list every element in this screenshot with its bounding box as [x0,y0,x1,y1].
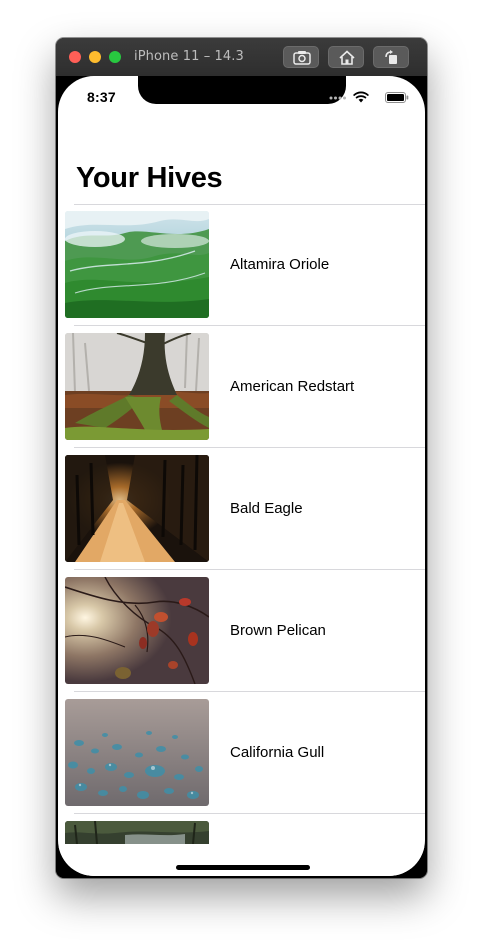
maximize-window-button[interactable] [109,51,121,63]
hive-name: Altamira Oriole [230,256,330,273]
list-item[interactable]: California Gull [58,692,425,814]
hive-name: Brown Pelican [230,622,326,639]
rotate-button[interactable] [373,46,409,68]
list-item[interactable]: Brown Pelican [58,570,425,692]
cellular-signal-icon [329,96,346,100]
window-title: iPhone 11 – 14.3 [134,49,244,64]
home-button[interactable] [328,46,364,68]
device-frame: 8:37 Your Hives Altamira Oriole American… [56,76,427,878]
hive-name: American Redstart [230,378,355,395]
bottom-safe-area [58,847,425,876]
autumn-leaves-sun-photo [65,577,209,684]
home-icon [339,50,355,65]
simulator-window: iPhone 11 – 14.3 8:37 Your Hives Altamir… [56,38,427,878]
camera-icon [293,51,311,65]
forest-stream-photo [65,821,209,844]
page-title: Your Hives [76,162,223,194]
status-time: 8:37 [87,89,116,105]
screenshot-button[interactable] [283,46,319,68]
device-screen: 8:37 Your Hives Altamira Oriole American… [58,76,425,876]
water-droplets-photo [65,699,209,806]
camera-notch [138,76,346,104]
rotate-icon [385,50,397,64]
list-item[interactable]: Bald Eagle [58,448,425,570]
dark-forest-path-photo [65,455,209,562]
hives-list: Altamira Oriole American Redstart Bald E… [58,204,425,844]
list-item[interactable] [58,814,425,844]
list-item[interactable]: Altamira Oriole [58,204,425,326]
hive-name: California Gull [230,744,325,761]
close-window-button[interactable] [69,51,81,63]
battery-icon [385,92,409,103]
wifi-icon [353,91,369,103]
home-indicator[interactable] [176,865,310,870]
hive-name: Bald Eagle [230,500,303,517]
mossy-tree-forest-photo [65,333,209,440]
minimize-window-button[interactable] [89,51,101,63]
simulator-titlebar: iPhone 11 – 14.3 [56,38,427,77]
green-mountain-valley-photo [65,211,209,318]
list-item[interactable]: American Redstart [58,326,425,448]
